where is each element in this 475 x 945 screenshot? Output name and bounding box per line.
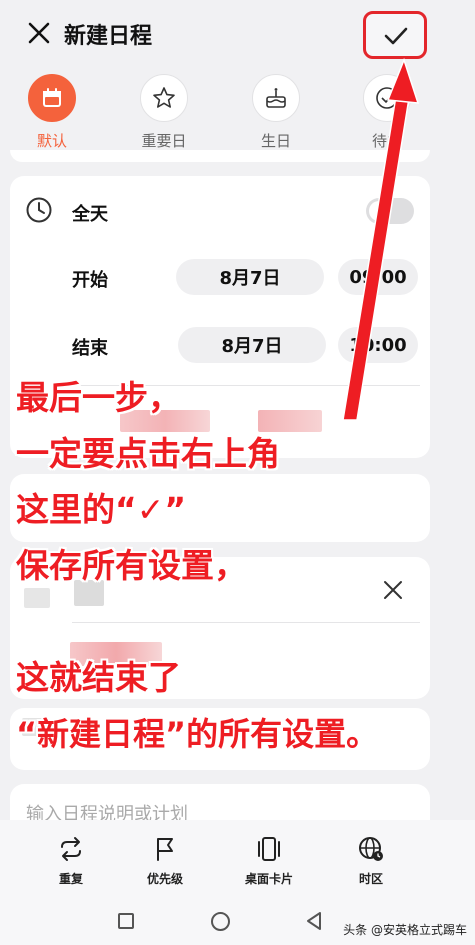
flag-icon (157, 838, 173, 861)
annotation-line: 这里的“✓” (16, 490, 187, 529)
type-todo[interactable]: 待办 (347, 74, 427, 151)
type-important-day[interactable]: 重要日 (124, 74, 204, 151)
all-day-label: 全天 (72, 204, 108, 225)
annotation-line: 最后一步， (16, 378, 181, 417)
start-time-picker[interactable]: 09:00 (338, 259, 418, 295)
type-default[interactable]: 默认 (12, 74, 92, 151)
globe-icon (359, 837, 383, 861)
priority-label: 优先级 (146, 872, 183, 886)
separator (72, 622, 420, 623)
clock-icon (25, 196, 53, 228)
annotation-line: 保存所有设置， (16, 546, 247, 585)
repeat-button[interactable]: 重复 (26, 834, 116, 887)
back-icon[interactable] (304, 911, 324, 935)
blurred-content (24, 588, 50, 608)
start-date-picker[interactable]: 8月7日 (176, 259, 324, 295)
timezone-button[interactable]: 时区 (326, 834, 416, 887)
todo-check-icon (363, 74, 411, 122)
header: 新建日程 (0, 0, 475, 70)
repeat-icon (61, 837, 81, 861)
blurred-content (258, 410, 322, 432)
calendar-icon (28, 74, 76, 122)
all-day-toggle[interactable] (366, 198, 414, 224)
save-button[interactable] (363, 11, 427, 59)
type-important-day-label: 重要日 (141, 132, 187, 150)
type-todo-label: 待办 (371, 132, 402, 150)
cake-icon (252, 74, 300, 122)
timezone-label: 时区 (358, 872, 383, 886)
page-title: 新建日程 (64, 24, 153, 49)
end-date-picker[interactable]: 8月7日 (178, 327, 326, 363)
end-time-picker[interactable]: 10:00 (338, 327, 418, 363)
card-icon (258, 837, 280, 861)
annotation-line: 一定要点击右上角 (16, 434, 280, 473)
remove-icon[interactable] (382, 579, 404, 605)
priority-button[interactable]: 优先级 (120, 834, 210, 887)
desktop-card-label: 桌面卡片 (244, 872, 293, 886)
bottom-toolbar: 重复 优先级 桌面卡片 时区 (0, 820, 475, 898)
type-default-label: 默认 (36, 132, 67, 150)
close-icon[interactable] (26, 20, 52, 46)
annotation-line: “新建日程”的所有设置。 (16, 715, 379, 753)
annotation-line: 这就结束了 (16, 658, 181, 697)
star-icon (140, 74, 188, 122)
home-icon[interactable] (211, 912, 230, 931)
card-edge (10, 150, 430, 162)
start-label: 开始 (72, 270, 108, 291)
end-label: 结束 (72, 338, 108, 359)
repeat-label: 重复 (58, 872, 83, 886)
check-icon (384, 27, 408, 45)
watermark: 头条 @安英格立式踢车 (343, 923, 467, 937)
recents-icon[interactable] (118, 913, 134, 929)
desktop-card-button[interactable]: 桌面卡片 (224, 834, 314, 887)
type-birthday[interactable]: 生日 (236, 74, 316, 151)
type-birthday-label: 生日 (260, 132, 291, 150)
